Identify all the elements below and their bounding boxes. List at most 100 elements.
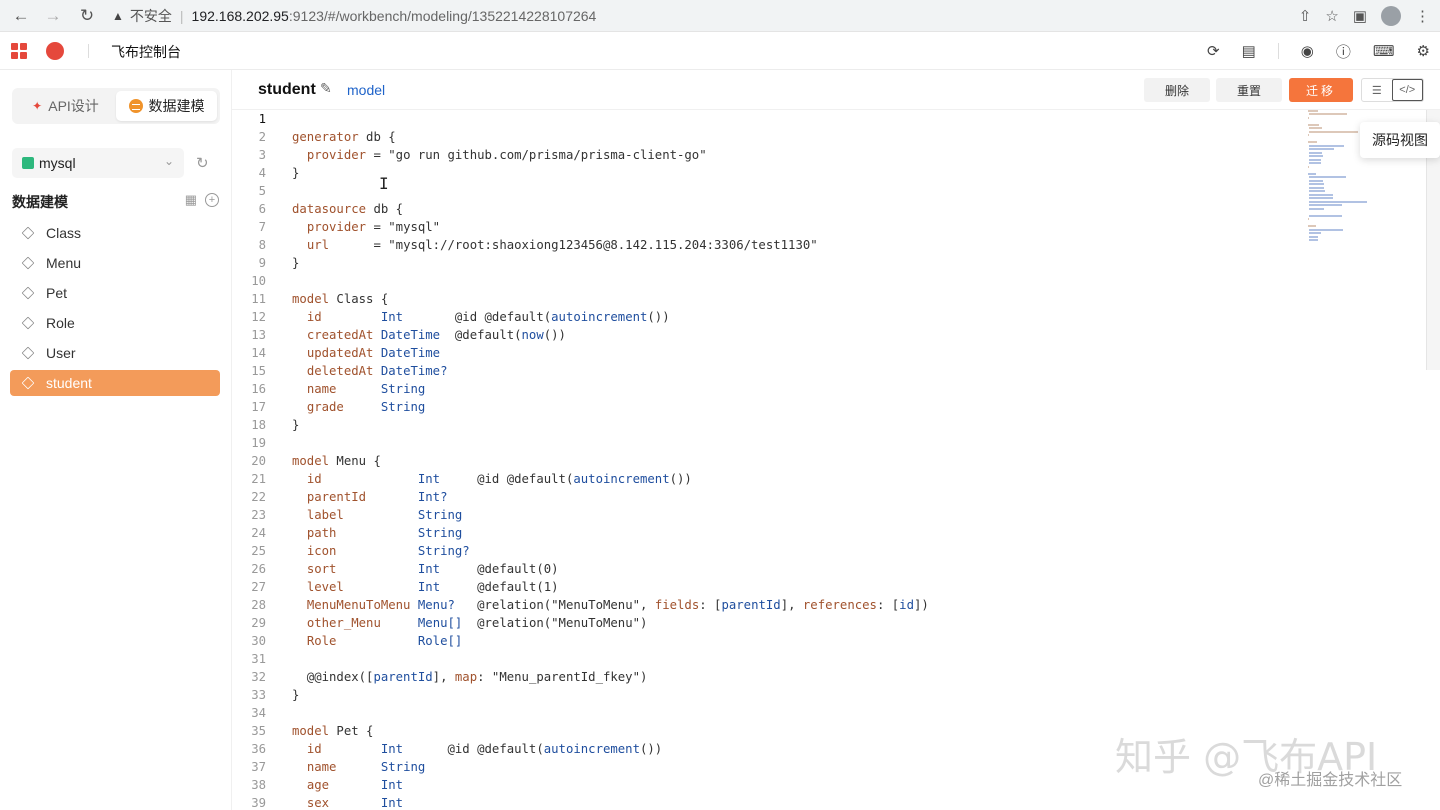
code-line[interactable]: 10 xyxy=(232,272,1426,290)
code-line[interactable]: 16 name String xyxy=(232,380,1426,398)
document-title: student xyxy=(258,81,316,98)
code-line[interactable]: 3 provider = "go run github.com/prisma/p… xyxy=(232,146,1426,164)
minimap-line xyxy=(1309,207,1325,210)
code-line[interactable]: 39 sex Int xyxy=(232,794,1426,810)
datasource-select[interactable]: mysql ⌄ xyxy=(12,148,184,178)
minimap-line xyxy=(1308,141,1318,143)
minimap-line xyxy=(1309,148,1334,150)
line-number: 12 xyxy=(251,310,266,324)
code-line[interactable]: 14 updatedAt DateTime xyxy=(232,344,1426,362)
model-item-user[interactable]: User xyxy=(10,340,220,366)
edit-icon[interactable]: ✎ xyxy=(320,80,332,97)
code-line[interactable]: 26 sort Int @default(0) xyxy=(232,560,1426,578)
back-icon[interactable]: ← xyxy=(6,1,36,31)
cube-icon xyxy=(21,316,35,330)
code-line[interactable]: 22 parentId Int? xyxy=(232,488,1426,506)
code-line[interactable]: 25 icon String? xyxy=(232,542,1426,560)
code-line[interactable]: 18} xyxy=(232,416,1426,434)
line-number: 15 xyxy=(251,364,266,378)
code-line[interactable]: 32 @@index([parentId], map: "Menu_parent… xyxy=(232,668,1426,686)
refresh-icon[interactable]: ↻ xyxy=(196,154,209,172)
code-line[interactable]: 6 datasource db { xyxy=(232,200,1426,218)
code-line[interactable]: 29 other_Menu Menu[] @relation("MenuToMe… xyxy=(232,614,1426,632)
code-text: updatedAt DateTime xyxy=(306,346,441,360)
source-view-icon[interactable]: </> xyxy=(1391,79,1423,101)
cube-icon xyxy=(21,376,35,390)
line-number: 35 xyxy=(251,724,266,738)
code-line[interactable]: 23 label String xyxy=(232,506,1426,524)
cube-icon xyxy=(21,256,35,270)
code-line[interactable]: 7 provider = "mysql" xyxy=(232,218,1426,236)
code-line[interactable]: 30 Role Role[] xyxy=(232,632,1426,650)
code-line[interactable]: 12 id Int @id @default(autoincrement()) xyxy=(232,308,1426,326)
code-line[interactable]: 24 path String xyxy=(232,524,1426,542)
menu-dots-icon[interactable]: ⋮ xyxy=(1415,7,1430,25)
bookmark-star-icon[interactable]: ☆ xyxy=(1325,7,1338,25)
code-line[interactable]: 31 xyxy=(232,650,1426,668)
line-number: 7 xyxy=(258,220,266,234)
address-bar[interactable]: ▲ 不安全 | 192.168.202.95 :9123/#/workbench… xyxy=(112,4,596,28)
tab-data-modeling[interactable]: 数据建模 xyxy=(116,91,217,121)
minimap-line xyxy=(1309,186,1325,189)
model-item-menu[interactable]: Menu xyxy=(10,250,220,276)
code-editor[interactable]: 1 2 generator db {3 provider = "go run git… xyxy=(232,110,1426,810)
code-line[interactable]: 4} xyxy=(232,164,1426,182)
code-line[interactable]: 2 generator db { xyxy=(232,128,1426,146)
minimap-line xyxy=(1309,232,1321,234)
model-item-pet[interactable]: Pet xyxy=(10,280,220,306)
add-model-icon[interactable]: + xyxy=(205,193,219,207)
cube-icon xyxy=(21,226,35,240)
model-item-role[interactable]: Role xyxy=(10,310,220,336)
forward-icon[interactable]: → xyxy=(38,1,68,31)
browser-actions: ⇧ ☆ ▣ ⋮ xyxy=(1299,0,1430,32)
code-line[interactable]: 8 url = "mysql://root:shaoxiong123456@8.… xyxy=(232,236,1426,254)
model-item-student[interactable]: student xyxy=(10,370,220,396)
app-grid-icon[interactable] xyxy=(11,43,27,59)
code-line[interactable]: 33} xyxy=(232,686,1426,704)
layout-icon[interactable]: ▦ xyxy=(185,192,197,208)
header-actions-divider xyxy=(1277,43,1279,59)
share-icon[interactable]: ⇧ xyxy=(1299,7,1312,25)
profile-avatar[interactable] xyxy=(1381,6,1401,26)
reset-button[interactable]: 重置 xyxy=(1216,78,1282,102)
model-item-class[interactable]: Class xyxy=(10,220,220,246)
list-view-icon[interactable]: ☰ xyxy=(1362,79,1392,101)
keyboard-icon[interactable]: ⌨ xyxy=(1373,42,1395,60)
help-icon[interactable]: ⓘ xyxy=(1336,41,1351,62)
code-line[interactable]: 34 xyxy=(232,704,1426,722)
migrate-button[interactable]: 迁移 xyxy=(1289,78,1353,102)
model-label: Class xyxy=(46,225,82,241)
github-icon[interactable]: ◉ xyxy=(1301,42,1314,60)
sync-icon[interactable]: ⟳ xyxy=(1207,42,1220,60)
browser-window-icon[interactable]: ▤ xyxy=(1242,42,1256,60)
code-line[interactable]: 19 xyxy=(232,434,1426,452)
code-line[interactable]: 5 xyxy=(232,182,1426,200)
view-toggle: ☰ </> xyxy=(1361,78,1424,102)
minimap-line xyxy=(1309,176,1346,178)
settings-icon[interactable]: ⚙ xyxy=(1417,42,1430,60)
chevron-down-icon: ⌄ xyxy=(163,154,174,168)
code-line[interactable]: 20 model Menu { xyxy=(232,452,1426,470)
minimap-line xyxy=(1309,183,1325,185)
minimap-line xyxy=(1309,179,1323,182)
code-line[interactable]: 11 model Class { xyxy=(232,290,1426,308)
code-text: age Int xyxy=(306,778,404,792)
code-line[interactable]: 13 createdAt DateTime @default(now()) xyxy=(232,326,1426,344)
side-panel-icon[interactable]: ▣ xyxy=(1353,7,1367,25)
delete-button[interactable]: 删除 xyxy=(1144,78,1210,102)
tab-api-design[interactable]: ✦ API设计 xyxy=(15,91,116,121)
code-line[interactable]: 9} xyxy=(232,254,1426,272)
code-line[interactable]: 15 deletedAt DateTime? xyxy=(232,362,1426,380)
code-line[interactable]: 27 level Int @default(1) xyxy=(232,578,1426,596)
reload-icon[interactable]: ↻ xyxy=(72,1,102,31)
document-subtitle: model xyxy=(347,82,386,98)
line-number: 25 xyxy=(251,544,266,558)
code-minimap[interactable] xyxy=(1308,106,1368,246)
code-line[interactable]: 28 MenuMenuToMenu Menu? @relation("MenuT… xyxy=(232,596,1426,614)
code-line[interactable]: 17 grade String xyxy=(232,398,1426,416)
minimap-line xyxy=(1309,144,1344,147)
minimap-line xyxy=(1308,134,1309,136)
code-line[interactable]: 21 id Int @id @default(autoincrement()) xyxy=(232,470,1426,488)
code-line[interactable]: 1 xyxy=(232,110,1426,128)
line-number: 8 xyxy=(258,238,266,252)
